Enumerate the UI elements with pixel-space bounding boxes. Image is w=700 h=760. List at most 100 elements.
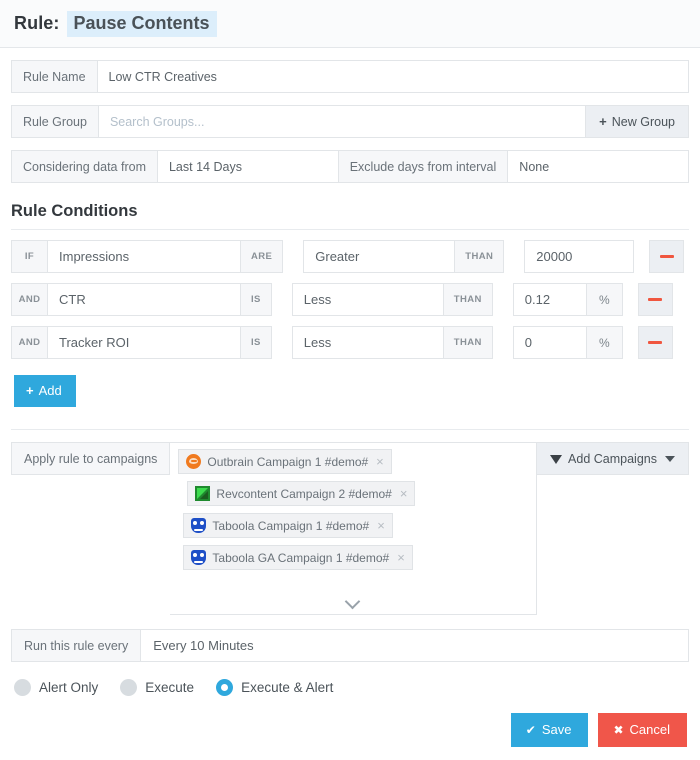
campaign-tag-label: Outbrain Campaign 1 #demo# xyxy=(207,454,369,469)
rule-name-label: Rule Name xyxy=(11,60,98,93)
schedule-label: Run this rule every xyxy=(11,629,142,662)
remove-campaign-icon[interactable]: × xyxy=(397,551,405,564)
page-header: Rule: Pause Contents xyxy=(0,0,700,48)
minus-icon xyxy=(648,341,663,344)
exclude-days-label: Exclude days from interval xyxy=(338,150,509,183)
considering-data-from-select[interactable]: Last 14 Days xyxy=(157,150,339,183)
radio-indicator[interactable] xyxy=(216,679,234,696)
save-button[interactable]: ✔ Save xyxy=(510,713,589,747)
remove-condition-button[interactable] xyxy=(637,326,673,359)
condition-row: AND Tracker ROI IS Less THAN 0% xyxy=(11,326,689,359)
condition-unit-label: % xyxy=(586,283,623,316)
schedule-row: Run this rule every Every 10 Minutes xyxy=(11,629,689,662)
condition-verb: ARE xyxy=(241,240,284,273)
condition-verb: IS xyxy=(241,283,272,316)
rule-group-row: Rule Group Search Groups... + New Group xyxy=(11,105,689,138)
condition-operator-select[interactable]: Less xyxy=(291,326,444,359)
apply-campaigns-row: Apply rule to campaigns Outbrain Campaig… xyxy=(11,442,689,615)
condition-field-select[interactable]: CTR xyxy=(48,283,241,316)
row-gap xyxy=(493,326,513,359)
add-condition-label: Add xyxy=(38,383,62,398)
new-group-button[interactable]: + New Group xyxy=(586,105,689,138)
rule-group-label: Rule Group xyxy=(11,105,99,138)
condition-operator-select[interactable]: Less xyxy=(291,283,444,316)
minus-icon xyxy=(659,255,674,258)
campaign-tag-label: Taboola GA Campaign 1 #demo# xyxy=(212,550,390,565)
mode-radio[interactable]: Alert Only xyxy=(14,679,98,696)
condition-row: AND CTR IS Less THAN 0.12% xyxy=(11,283,689,316)
caret-down-icon xyxy=(665,455,675,462)
campaign-tag[interactable]: Taboola GA Campaign 1 #demo# × xyxy=(183,545,413,570)
mode-radio-group: Alert Only Execute Execute & Alert xyxy=(14,679,700,696)
close-icon: ✖ xyxy=(613,722,624,737)
condition-value-input[interactable]: 20000 xyxy=(524,240,635,273)
radio-indicator[interactable] xyxy=(14,679,31,696)
exclude-days-select[interactable]: None xyxy=(508,150,690,183)
campaign-tag-line: Revcontent Campaign 2 #demo# × xyxy=(178,481,528,513)
condition-row: IF Impressions ARE Greater THAN 20000 xyxy=(11,240,689,273)
condition-than-label: THAN xyxy=(455,240,505,273)
row-gap xyxy=(272,283,292,316)
mode-radio[interactable]: Execute & Alert xyxy=(216,679,333,696)
row-gap xyxy=(493,283,513,316)
outbrain-icon xyxy=(186,454,202,469)
mode-radio-label: Execute & Alert xyxy=(241,680,334,695)
rule-name-row: Rule Name Low CTR Creatives xyxy=(11,60,689,93)
campaign-tag-label: Taboola Campaign 1 #demo# xyxy=(212,518,370,533)
add-condition-button[interactable]: + Add xyxy=(14,375,76,407)
cancel-button[interactable]: ✖ Cancel xyxy=(598,713,687,747)
rule-name-input[interactable]: Low CTR Creatives xyxy=(97,60,689,93)
mode-radio[interactable]: Execute xyxy=(120,679,194,696)
condition-than-label: THAN xyxy=(443,283,493,316)
condition-conjunction: AND xyxy=(11,283,48,316)
check-icon: ✔ xyxy=(525,722,536,737)
add-campaigns-button[interactable]: Add Campaigns xyxy=(537,442,689,475)
row-gap xyxy=(504,240,524,273)
date-range-row: Considering data from Last 14 Days Exclu… xyxy=(11,150,690,183)
save-label: Save xyxy=(541,722,572,737)
remove-campaign-icon[interactable]: × xyxy=(376,455,384,468)
condition-unit-label: % xyxy=(586,326,623,359)
conditions-list: IF Impressions ARE Greater THAN 20000 AND CTR IS… xyxy=(0,240,700,359)
apply-campaigns-label: Apply rule to campaigns xyxy=(11,442,171,475)
campaign-tag[interactable]: Taboola Campaign 1 #demo# × xyxy=(183,513,393,538)
remove-condition-button[interactable] xyxy=(649,240,685,273)
condition-conjunction: AND xyxy=(11,326,48,359)
remove-condition-button[interactable] xyxy=(637,283,673,316)
condition-field-select[interactable]: Impressions xyxy=(48,240,241,273)
campaigns-tag-box[interactable]: Outbrain Campaign 1 #demo# × Revcontent Ca… xyxy=(170,442,538,615)
plus-icon: + xyxy=(26,383,34,398)
row-gap xyxy=(272,326,292,359)
mode-radio-label: Alert Only xyxy=(39,680,99,695)
plus-icon: + xyxy=(599,114,607,129)
taboola-icon xyxy=(191,518,207,533)
rule-name-badge: Pause Contents xyxy=(66,10,217,37)
condition-value-input[interactable]: 0.12 xyxy=(512,283,587,316)
campaign-tag-line: Taboola Campaign 1 #demo# × xyxy=(178,513,528,545)
chevron-down-icon[interactable] xyxy=(346,594,360,608)
page-title-label: Rule: xyxy=(14,13,60,33)
remove-campaign-icon[interactable]: × xyxy=(377,519,385,532)
mode-radio-label: Execute xyxy=(145,680,195,695)
section-divider xyxy=(11,429,689,430)
campaign-tag-line: Outbrain Campaign 1 #demo# × xyxy=(178,449,528,481)
cancel-label: Cancel xyxy=(629,722,670,737)
new-group-label: New Group xyxy=(611,114,675,129)
remove-campaign-icon[interactable]: × xyxy=(400,487,408,500)
condition-verb: IS xyxy=(241,326,272,359)
condition-field-select[interactable]: Tracker ROI xyxy=(48,326,241,359)
campaign-tag[interactable]: Outbrain Campaign 1 #demo# × xyxy=(178,449,392,474)
rule-conditions-title: Rule Conditions xyxy=(11,202,689,230)
campaign-tag[interactable]: Revcontent Campaign 2 #demo# × xyxy=(187,481,416,506)
minus-icon xyxy=(648,298,663,301)
condition-than-label: THAN xyxy=(443,326,493,359)
schedule-select[interactable]: Every 10 Minutes xyxy=(141,629,689,662)
filter-icon xyxy=(550,455,563,464)
condition-value-input[interactable]: 0 xyxy=(512,326,587,359)
rule-editor-page: Rule: Pause Contents Rule Name Low CTR C… xyxy=(0,0,700,760)
taboola-icon xyxy=(191,550,207,565)
condition-operator-select[interactable]: Greater xyxy=(303,240,456,273)
rule-group-select[interactable]: Search Groups... xyxy=(98,105,587,138)
top-fields: Rule Name Low CTR Creatives Rule Group S… xyxy=(0,60,700,183)
radio-indicator[interactable] xyxy=(120,679,138,696)
